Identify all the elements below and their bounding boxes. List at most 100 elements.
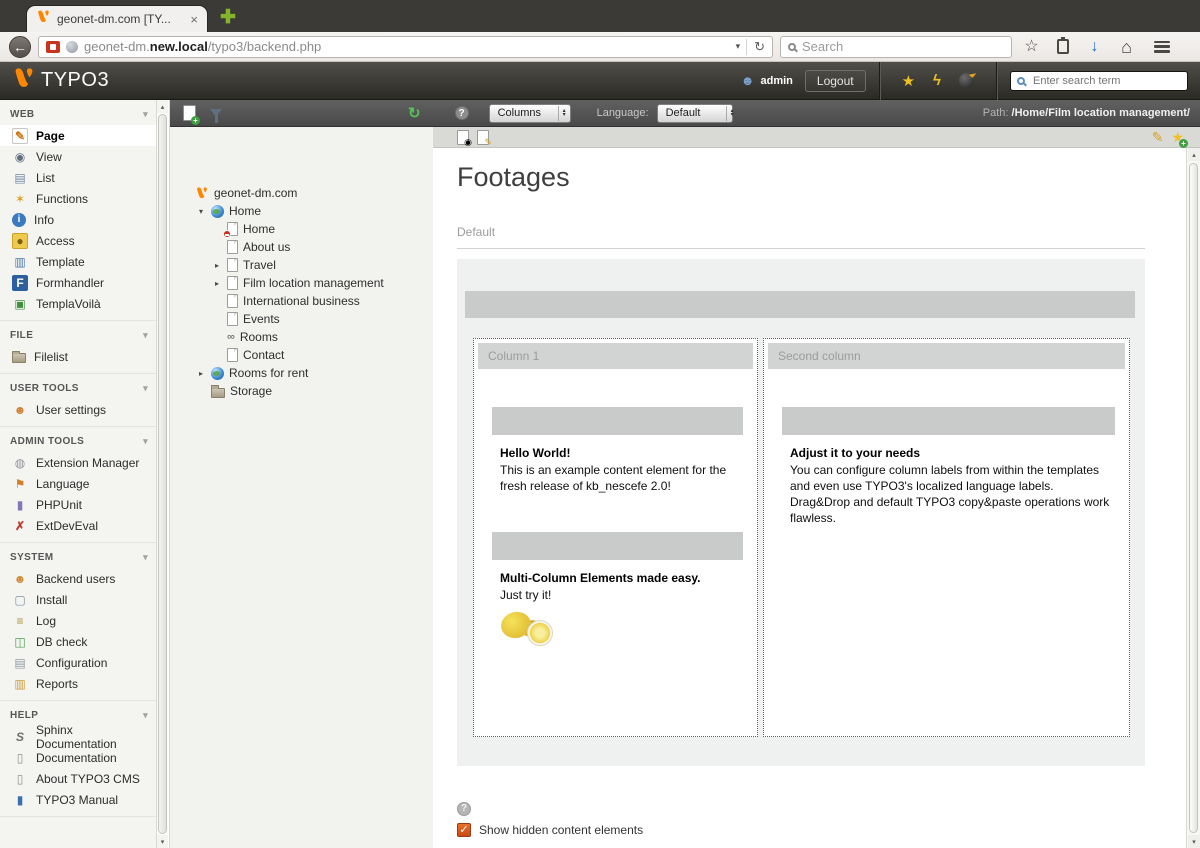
expander-closed-icon[interactable]: ▸ — [212, 261, 222, 270]
bookmark-star-icon[interactable]: ★ — [902, 72, 915, 90]
typo3-logo-icon — [12, 66, 36, 95]
downloads-icon[interactable]: ↓ — [1082, 38, 1107, 55]
sidebar-item-user-settings[interactable]: ☻ User settings — [0, 399, 156, 420]
scrollbar-thumb[interactable] — [158, 114, 167, 834]
url-bar[interactable]: geonet-dm.new.local/typo3/backend.php ▾ … — [38, 35, 773, 58]
sidebar-item-backend-users[interactable]: ☻ Backend users — [0, 568, 156, 589]
tab-default[interactable]: Default — [457, 225, 1145, 249]
content-element-header-bar[interactable] — [782, 407, 1115, 435]
sidebar-item-configuration[interactable]: ▤ Configuration — [0, 652, 156, 673]
expander-open-icon[interactable]: ▾ — [196, 207, 206, 216]
show-hidden-checkbox[interactable]: ✓ — [457, 823, 471, 837]
tab-close-icon[interactable]: × — [190, 13, 198, 26]
reload-icon[interactable]: ↻ — [746, 38, 765, 55]
scrollbar-thumb[interactable] — [1189, 163, 1198, 833]
tree-node-home[interactable]: ▾ Home — [180, 202, 429, 220]
backend-search-input[interactable] — [1010, 70, 1188, 91]
tree-node-international-business[interactable]: International business — [180, 292, 429, 310]
sidebar-item-about-typo3-cms[interactable]: ▯ About TYPO3 CMS — [0, 768, 156, 789]
home-icon[interactable]: ⌂ — [1114, 38, 1139, 56]
menu-icon[interactable] — [1154, 40, 1170, 53]
refresh-icon[interactable]: ↻ — [408, 104, 421, 122]
sidebar-item-filelist[interactable]: Filelist — [0, 346, 156, 367]
sidebar-item-install[interactable]: ▢ Install — [0, 589, 156, 610]
help-icon[interactable]: ? — [454, 106, 469, 120]
tree-node-about-us[interactable]: About us — [180, 238, 429, 256]
content-element-text[interactable]: Adjust it to your needs You can configure… — [790, 445, 1115, 526]
new-tab-button[interactable]: ✚ — [220, 8, 236, 27]
sidebar-item-formhandler[interactable]: F Formhandler — [0, 272, 156, 293]
tree-node-travel[interactable]: ▸ Travel — [180, 256, 429, 274]
sidebar-item-access[interactable]: ● Access — [0, 230, 156, 251]
edit-page-properties-icon[interactable]: ✎ — [477, 129, 492, 146]
content-element-text[interactable]: Multi-Column Elements made easy. Just try… — [500, 570, 743, 603]
scroll-down-icon[interactable]: ▾ — [1188, 835, 1200, 848]
content-element-header-bar[interactable] — [492, 407, 743, 435]
sidebar-item-log[interactable]: ≡ Log — [0, 610, 156, 631]
typo3-logo[interactable]: TYPO3 — [12, 66, 109, 95]
language-select[interactable]: Default ▴ ▾ — [656, 103, 734, 123]
new-page-icon[interactable]: + — [183, 105, 200, 125]
expander-closed-icon[interactable]: ▸ — [212, 279, 222, 288]
sidebar-item-language[interactable]: ⚑ Language — [0, 473, 156, 494]
tree-node-rooms-for-rent[interactable]: ▸ Rooms for rent — [180, 364, 429, 382]
edit-record-icon[interactable]: ✎ — [1152, 129, 1164, 146]
sidebar-item-info[interactable]: i Info — [0, 209, 156, 230]
tree-node-contact[interactable]: Contact — [180, 346, 429, 364]
tree-node-film-location-management[interactable]: ▸ Film location management — [180, 274, 429, 292]
filter-icon[interactable] — [210, 109, 222, 123]
sidebar-item-extension-manager[interactable]: ◍ Extension Manager — [0, 452, 156, 473]
content-scrollbar[interactable]: ▴ ▾ — [1186, 148, 1200, 848]
scroll-down-icon[interactable]: ▾ — [157, 835, 168, 848]
scroll-up-icon[interactable]: ▴ — [1188, 148, 1200, 161]
tree-node-home[interactable]: Home — [180, 220, 429, 238]
sidebar-item-view[interactable]: ◉ View — [0, 146, 156, 167]
menu-section-header-system[interactable]: SYSTEM ▾ — [0, 543, 156, 568]
workspace-icon[interactable] — [959, 73, 974, 88]
sidebar-item-list[interactable]: ▤ List — [0, 167, 156, 188]
browser-search-box[interactable]: Search — [780, 35, 1012, 58]
backend-search[interactable] — [1010, 70, 1188, 91]
tree-node-geonet-dm-com[interactable]: geonet-dm.com — [180, 184, 429, 202]
logged-in-user[interactable]: ☻ admin — [741, 73, 793, 88]
scroll-up-icon[interactable]: ▴ — [157, 100, 168, 113]
content-element-header-bar[interactable] — [492, 532, 743, 560]
sidebar-item-phpunit[interactable]: ▮ PHPUnit — [0, 494, 156, 515]
tree-node-events[interactable]: Events — [180, 310, 429, 328]
sidebar-item-sphinx-documentation[interactable]: S Sphinx Documentation — [0, 723, 156, 751]
expander-closed-icon[interactable]: ▸ — [196, 369, 206, 378]
sidebar-item-templavoil[interactable]: ▣ TemplaVoilà — [0, 293, 156, 314]
sidebar-item-reports[interactable]: ▥ Reports — [0, 673, 156, 694]
view-webpage-icon[interactable]: ◉ — [457, 129, 472, 146]
db-check-icon: ◫ — [14, 634, 26, 649]
bookmark-star-icon[interactable]: ☆ — [1019, 38, 1044, 55]
logout-button[interactable]: Logout — [804, 69, 866, 92]
menu-section-header-web[interactable]: WEB ▾ — [0, 100, 156, 125]
bookmarks-list-icon[interactable] — [1057, 37, 1069, 54]
browser-tab[interactable]: geonet-dm.com [TY... × — [26, 5, 208, 32]
menu-section-header-file[interactable]: FILE ▾ — [0, 321, 156, 346]
sidebar-item-db-check[interactable]: ◫ DB check — [0, 631, 156, 652]
sidebar-item-typo3-manual[interactable]: ▮ TYPO3 Manual — [0, 789, 156, 810]
clear-cache-icon[interactable]: ϟ — [933, 72, 941, 89]
help-icon[interactable]: ? — [457, 801, 471, 816]
sidebar-item-functions[interactable]: ✶ Functions — [0, 188, 156, 209]
header-content-placeholder[interactable] — [465, 291, 1135, 318]
sidebar-item-page[interactable]: ✎ Page — [0, 125, 156, 146]
tree-node-storage[interactable]: Storage — [180, 382, 429, 400]
add-bookmark-icon[interactable]: ★ + — [1171, 129, 1188, 148]
url-dropdown-icon[interactable]: ▾ — [736, 41, 741, 52]
site-identity-icon[interactable] — [46, 40, 60, 53]
page-path: Path: /Home/Film location management/ — [982, 107, 1190, 119]
view-mode-select[interactable]: Columns ▴ ▾ — [488, 103, 571, 123]
url-text[interactable]: geonet-dm.new.local/typo3/backend.php — [84, 39, 730, 54]
sidebar-item-label: Page — [36, 128, 65, 143]
content-element-text[interactable]: Hello World! This is an example content e… — [500, 445, 743, 494]
menu-section-header-user-tools[interactable]: USER TOOLS ▾ — [0, 374, 156, 399]
tree-node-rooms[interactable]: ∞ Rooms — [180, 328, 429, 346]
sidebar-item-template[interactable]: ▥ Template — [0, 251, 156, 272]
sidebar-scrollbar[interactable]: ▴ ▾ — [157, 100, 170, 848]
back-button[interactable]: ← — [9, 35, 31, 58]
menu-section-header-admin-tools[interactable]: ADMIN TOOLS ▾ — [0, 427, 156, 452]
sidebar-item-extdeveval[interactable]: ✗ ExtDevEval — [0, 515, 156, 536]
